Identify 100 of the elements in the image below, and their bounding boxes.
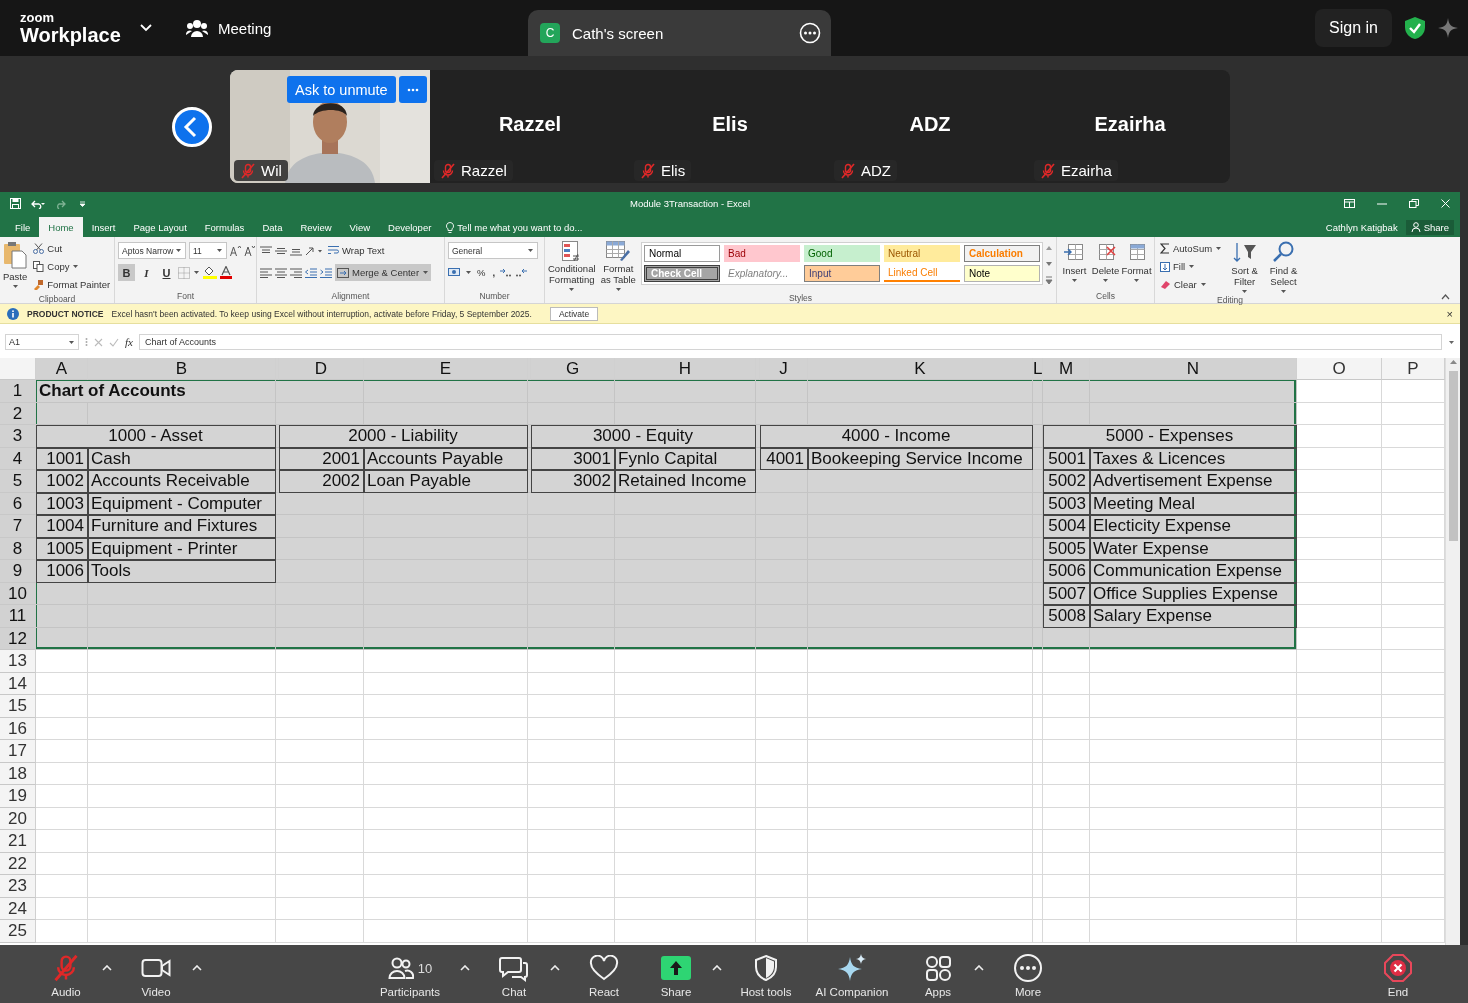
toolbar-button[interactable]: React (568, 953, 640, 998)
align-right-icon[interactable] (290, 267, 302, 278)
cells-button[interactable]: Format (1122, 240, 1151, 290)
copy-button[interactable]: Copy (31, 258, 113, 275)
row-header[interactable]: 21 (0, 830, 36, 853)
formula-input[interactable]: Chart of Accounts (138, 334, 1442, 350)
ask-to-unmute-button[interactable]: Ask to unmute (287, 76, 396, 103)
cells-button[interactable]: Insert (1060, 240, 1089, 290)
row-header[interactable]: 14 (0, 672, 36, 695)
text-orientation-icon[interactable] (305, 245, 323, 256)
toolbar-button[interactable]: Apps (902, 953, 974, 998)
cell-style[interactable]: Note (964, 265, 1040, 282)
close-notice-button[interactable]: × (1446, 307, 1453, 320)
column-header[interactable]: E (364, 358, 528, 380)
row-header[interactable]: 17 (0, 740, 36, 763)
ribbon-display-icon[interactable] (1344, 199, 1355, 208)
row-header[interactable]: 11 (0, 605, 36, 628)
row-header[interactable]: 1 (0, 380, 36, 403)
row-header[interactable]: 3 (0, 425, 36, 448)
column-header[interactable]: M (1043, 358, 1090, 380)
paste-button[interactable]: Paste (3, 240, 28, 293)
row-header[interactable]: 16 (0, 717, 36, 740)
row-header[interactable]: 24 (0, 897, 36, 920)
screen-share-tab[interactable]: C Cath's screen (528, 10, 831, 56)
increase-indent-icon[interactable] (320, 267, 332, 278)
toolbar-button[interactable]: End (1362, 953, 1434, 998)
row-header[interactable]: 7 (0, 515, 36, 538)
row-header[interactable]: 13 (0, 650, 36, 673)
row-header[interactable]: 6 (0, 492, 36, 515)
toolbar-button[interactable]: AI Companion (802, 953, 902, 998)
ribbon-tab[interactable]: Formulas (195, 217, 254, 237)
activate-button[interactable]: Activate (549, 306, 599, 321)
comma-button[interactable]: , (490, 264, 498, 281)
font-style-button[interactable]: B (118, 264, 135, 281)
align-top-icon[interactable] (260, 245, 272, 256)
row-header[interactable]: 25 (0, 920, 36, 943)
ribbon-tab[interactable]: Insert (82, 217, 125, 237)
autosum-button[interactable]: AutoSum (1158, 240, 1225, 257)
increase-decimal-icon[interactable] (500, 267, 513, 278)
toolbar-button[interactable]: More (992, 953, 1064, 998)
insert-function-button[interactable]: fx (125, 336, 133, 348)
conditional-formatting-button[interactable]: Conditional Formatting (548, 240, 596, 292)
restore-icon[interactable] (1409, 199, 1419, 208)
cell-style[interactable]: Normal (644, 245, 720, 262)
font-color-icon[interactable] (220, 266, 232, 279)
caret-up-icon[interactable] (550, 965, 560, 971)
more-icon[interactable] (799, 22, 821, 44)
save-icon[interactable] (10, 198, 21, 209)
row-header[interactable]: 15 (0, 695, 36, 718)
cut-button[interactable]: Cut (31, 240, 113, 257)
cell-style[interactable]: Bad (724, 245, 800, 262)
cells-button[interactable]: Delete (1091, 240, 1120, 290)
meeting-button[interactable]: Meeting (186, 19, 272, 37)
column-header[interactable]: D (279, 358, 364, 380)
scroll-up-icon[interactable] (1448, 358, 1458, 365)
align-left-icon[interactable] (260, 267, 272, 278)
row-header[interactable]: 19 (0, 785, 36, 808)
chevron-down-icon[interactable] (140, 24, 152, 32)
column-header[interactable]: G (531, 358, 615, 380)
toolbar-button[interactable]: Video (120, 953, 192, 998)
back-arrow-button[interactable] (172, 106, 212, 147)
font-style-button[interactable]: I (138, 264, 155, 281)
ribbon-tab[interactable]: Review (291, 217, 341, 237)
fill-button[interactable]: Fill (1158, 258, 1225, 275)
ribbon-tab[interactable]: Home (39, 217, 83, 237)
row-header[interactable]: 18 (0, 762, 36, 785)
row-header[interactable]: 9 (0, 560, 36, 583)
sort-filter-button[interactable]: Sort & Filter (1226, 240, 1264, 294)
collapse-ribbon-icon[interactable] (1441, 294, 1450, 300)
more-options-button[interactable] (398, 76, 427, 103)
row-header[interactable]: 20 (0, 807, 36, 830)
find-select-button[interactable]: Find & Select (1265, 240, 1302, 294)
fill-color-icon[interactable] (203, 266, 217, 279)
percent-button[interactable]: % (475, 264, 488, 281)
row-header[interactable]: 5 (0, 470, 36, 493)
column-header[interactable]: J (760, 358, 808, 380)
cell-style[interactable]: Input (804, 265, 880, 282)
column-header[interactable]: H (615, 358, 756, 380)
row-header[interactable]: 4 (0, 447, 36, 470)
cell-style[interactable]: Good (804, 245, 880, 262)
decrease-indent-icon[interactable] (305, 267, 317, 278)
caret-up-icon[interactable] (460, 965, 470, 971)
toolbar-button[interactable]: Host tools (730, 953, 802, 998)
toolbar-button[interactable]: Audio (30, 953, 102, 998)
column-header[interactable]: N (1090, 358, 1297, 380)
clear-button[interactable]: Clear (1158, 276, 1225, 293)
caret-up-icon[interactable] (192, 965, 202, 971)
toolbar-button[interactable]: Chat (478, 953, 550, 998)
ribbon-tab[interactable]: File (6, 217, 40, 237)
merge-center-button[interactable]: Merge & Center (335, 264, 432, 281)
tell-me-search[interactable]: Tell me what you want to do... (457, 221, 583, 233)
sparkle-icon[interactable] (1438, 18, 1458, 38)
row-header[interactable]: 2 (0, 402, 36, 425)
cell-style[interactable]: Neutral (884, 245, 960, 262)
decrease-decimal-icon[interactable] (515, 267, 528, 278)
row-header[interactable]: 10 (0, 582, 36, 605)
currency-icon[interactable] (448, 267, 462, 278)
toolbar-button[interactable]: Share (640, 953, 712, 998)
font-size-select[interactable]: 11 (189, 242, 227, 259)
share-button[interactable]: Share (1405, 219, 1454, 235)
